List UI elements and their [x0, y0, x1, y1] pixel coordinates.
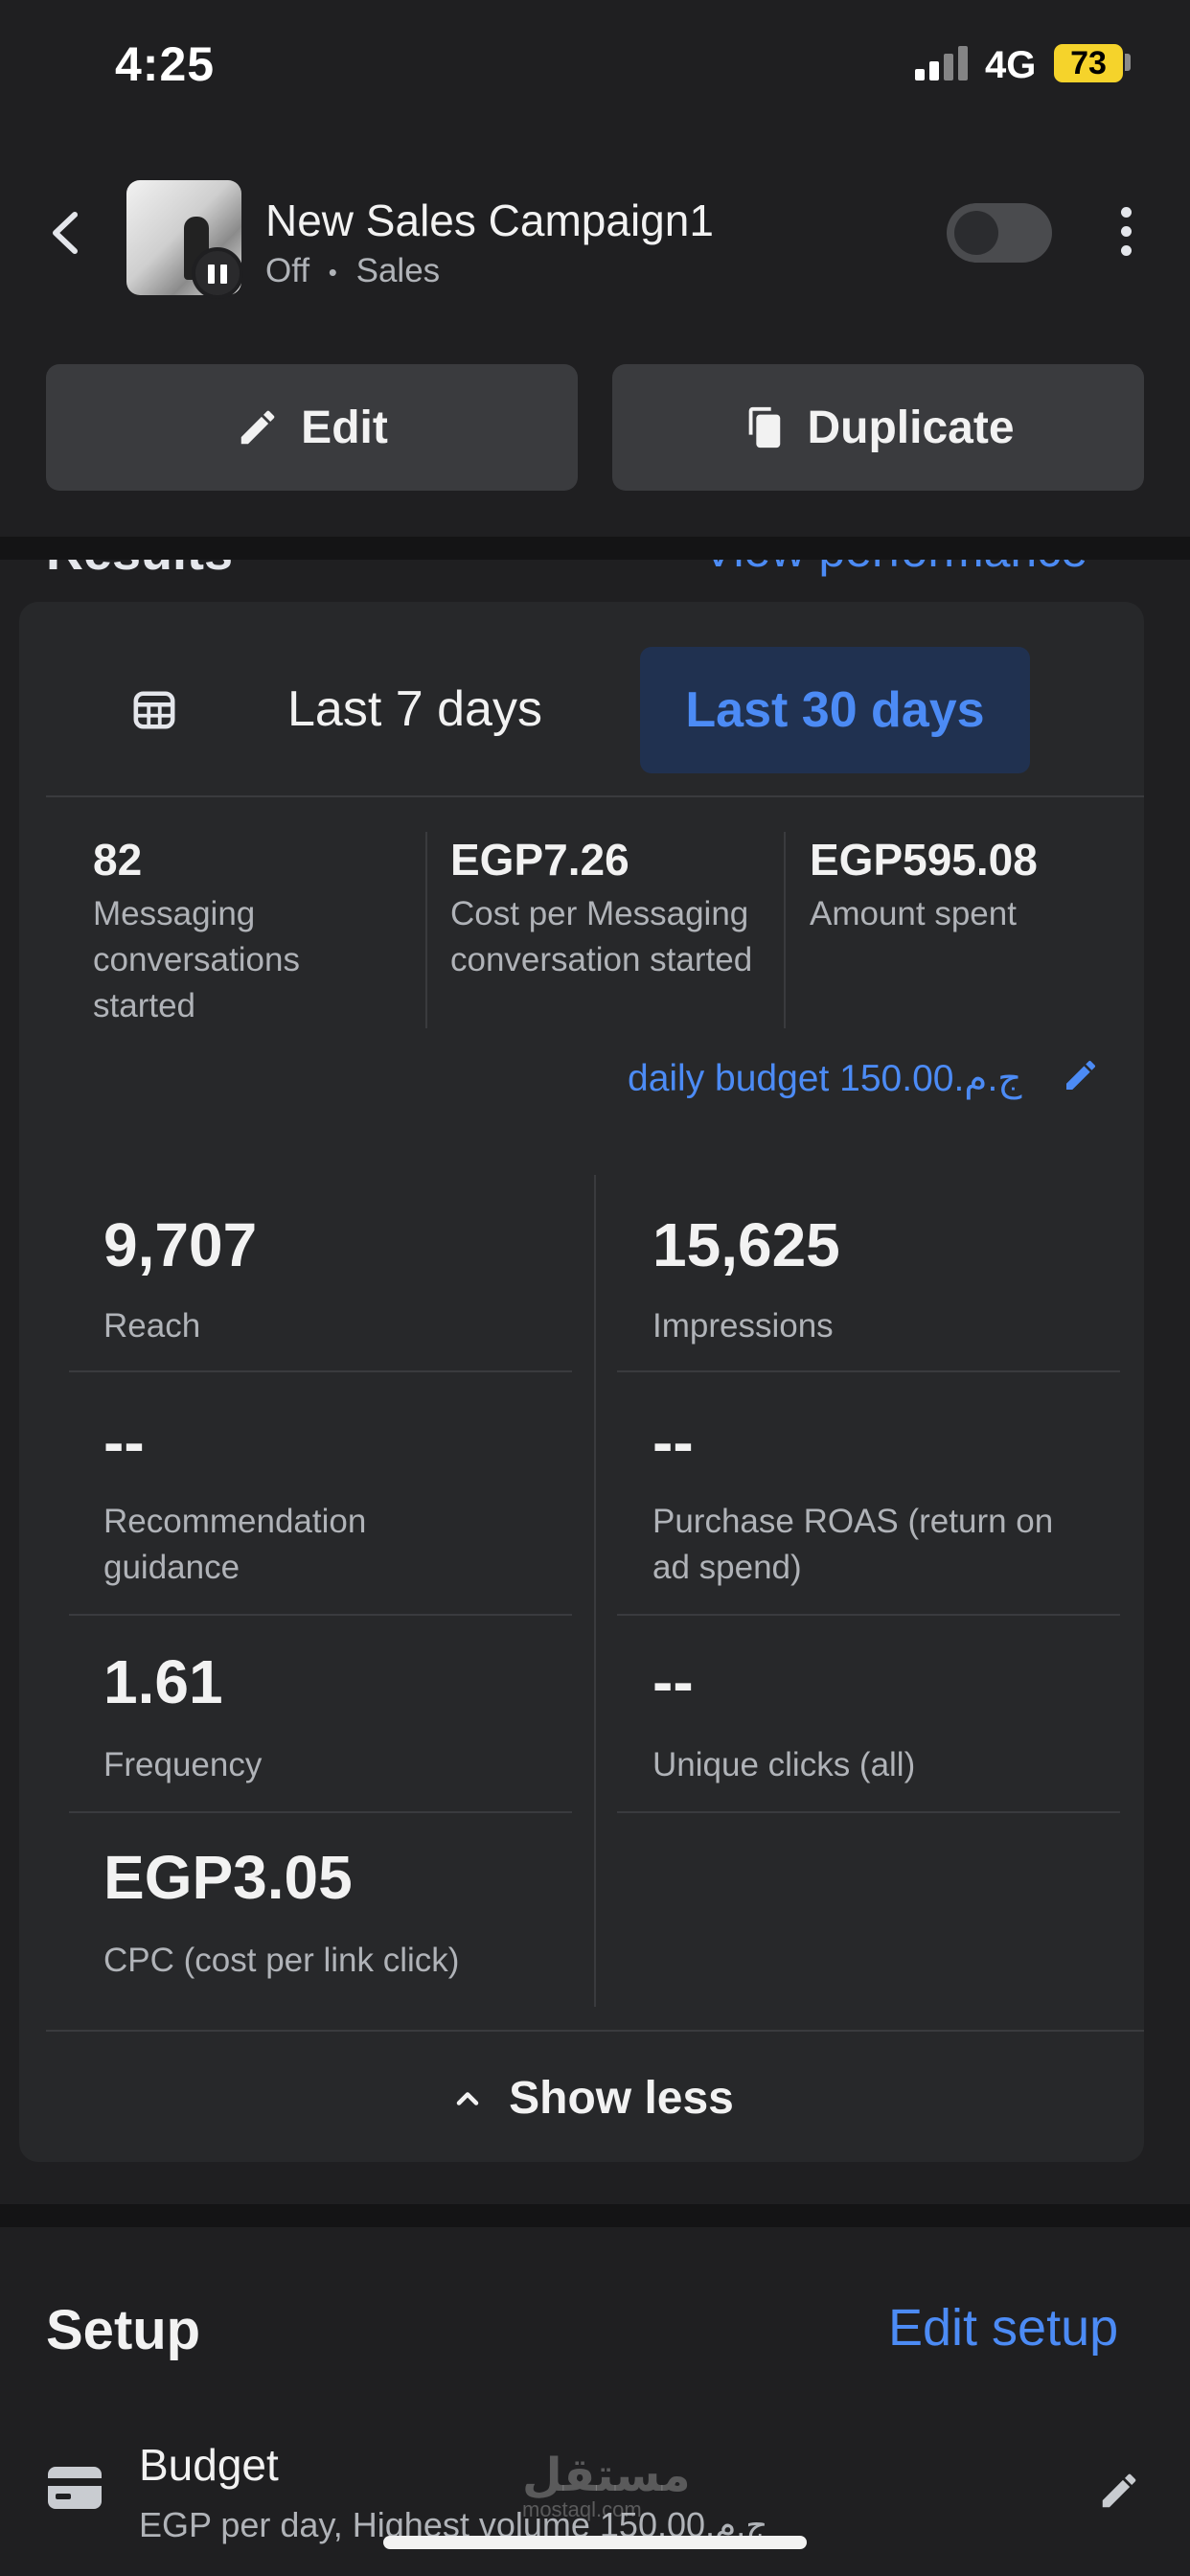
kpi-separator — [784, 832, 786, 1028]
subtitle-separator: • — [328, 258, 337, 288]
battery-nub — [1125, 54, 1131, 71]
campaign-objective: Sales — [355, 252, 441, 289]
metric-label: CPC (cost per link click) — [103, 1942, 460, 1979]
metric-label: Impressions — [652, 1307, 834, 1345]
campaign-toggle[interactable] — [947, 203, 1052, 263]
signal-icon — [915, 46, 971, 80]
campaign-status: Off — [265, 252, 310, 289]
setup-title: Setup — [46, 2299, 201, 2361]
kpi-label: Messaging conversations started — [93, 895, 300, 1024]
tab-last-7-days[interactable]: Last 7 days — [287, 680, 542, 738]
kpi-value: EGP595.08 — [810, 835, 1038, 885]
row-divider — [69, 1811, 572, 1813]
metric-label: Unique clicks (all) — [652, 1746, 916, 1783]
row-divider — [69, 1614, 572, 1616]
row-divider — [617, 1370, 1120, 1372]
metric-value: 15,625 — [652, 1210, 840, 1279]
watermark-logo: مستقل — [522, 2450, 691, 2501]
metric-value: 1.61 — [103, 1647, 223, 1716]
kpi-label: Cost per Messaging conversation started — [450, 895, 753, 978]
metric-label: Purchase ROAS (return on ad spend) — [652, 1503, 1054, 1586]
metric-value: 9,707 — [103, 1210, 258, 1279]
edit-label: Edit — [301, 402, 388, 453]
network-label: 4G — [985, 44, 1037, 86]
section-divider — [0, 2204, 1190, 2227]
metric-value: EGP3.05 — [103, 1843, 353, 1912]
watermark-url: mostaql.com — [522, 2497, 642, 2521]
campaign-title[interactable]: New Sales Campaign1 — [265, 195, 714, 246]
metric-value: -- — [103, 1408, 145, 1477]
toggle-knob — [954, 211, 998, 255]
divider — [46, 795, 1144, 797]
kpi-separator — [425, 832, 427, 1028]
more-options-icon[interactable] — [1111, 203, 1140, 261]
kpi-label: Amount spent — [810, 895, 1017, 932]
budget-title[interactable]: Budget — [139, 2439, 279, 2491]
pencil-icon — [240, 410, 275, 445]
tab-last-30-days[interactable]: Last 30 days — [640, 647, 1030, 773]
campaign-subtitle: Off • Sales — [265, 252, 440, 290]
metric-label: Recommendation guidance — [103, 1503, 367, 1586]
back-icon[interactable] — [46, 209, 84, 257]
metric-value: -- — [652, 1647, 694, 1716]
kpi-value: EGP7.26 — [450, 835, 629, 885]
show-less-button[interactable]: Show less — [0, 2072, 1190, 2125]
metrics-divider — [594, 1175, 596, 2007]
battery-icon: 73 — [1054, 44, 1123, 82]
home-indicator[interactable] — [383, 2536, 807, 2549]
duplicate-label: Duplicate — [807, 402, 1015, 453]
status-time: 4:25 — [115, 37, 216, 91]
pause-icon — [192, 247, 243, 299]
metric-label: Frequency — [103, 1746, 263, 1783]
credit-card-icon — [48, 2467, 102, 2509]
duplicate-button[interactable]: Duplicate — [612, 364, 1144, 491]
edit-budget-icon[interactable] — [1062, 1056, 1100, 1094]
edit-button[interactable]: Edit — [46, 364, 578, 491]
kpi-value: 82 — [93, 835, 143, 885]
daily-budget-link[interactable]: daily budget 150.00.ج.م — [628, 1057, 1021, 1100]
section-divider — [0, 537, 1190, 560]
duplicate-icon — [749, 406, 781, 448]
edit-setup-link[interactable]: Edit setup — [888, 2298, 1118, 2358]
metric-label: Reach — [103, 1307, 201, 1345]
edit-budget-setup-icon[interactable] — [1097, 2469, 1141, 2513]
divider — [46, 2030, 1144, 2032]
row-divider — [69, 1370, 572, 1372]
row-divider — [617, 1614, 1120, 1616]
row-divider — [617, 1811, 1120, 1813]
calendar-icon[interactable] — [132, 688, 176, 732]
metric-value: -- — [652, 1408, 694, 1477]
